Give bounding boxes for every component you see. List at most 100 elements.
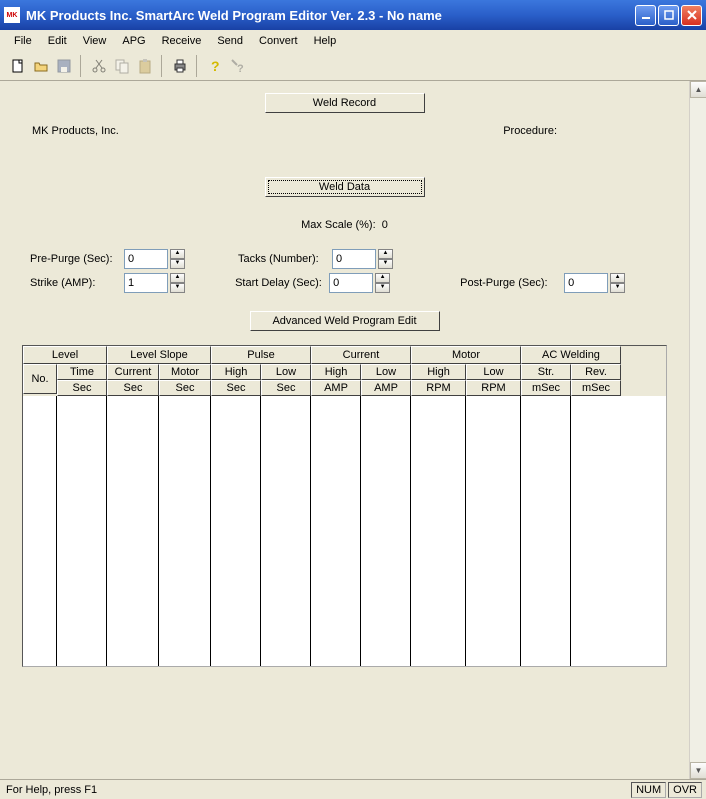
cut-icon [87,55,110,77]
procedure-label: Procedure: [503,125,557,137]
spin-up-icon[interactable]: ▲ [170,273,185,283]
start-delay-label: Start Delay (Sec): [235,277,325,289]
close-button[interactable] [681,5,702,26]
print-icon[interactable] [168,55,191,77]
window-title: MK Products Inc. SmartArc Weld Program E… [26,8,635,23]
tacks-input[interactable] [332,249,376,269]
table-column[interactable] [261,396,311,666]
scroll-up-icon[interactable]: ▲ [690,81,706,98]
table-col-header: Low [261,364,311,380]
pre-purge-stepper[interactable]: ▲▼ [124,249,185,269]
table-column[interactable] [466,396,521,666]
vertical-scrollbar[interactable]: ▲ ▼ [689,81,706,779]
pre-purge-label: Pre-Purge (Sec): [30,253,120,265]
table-column[interactable] [521,396,571,666]
new-file-icon[interactable] [6,55,29,77]
table-column[interactable] [361,396,411,666]
strike-input[interactable] [124,273,168,293]
table-data-area[interactable] [23,396,666,666]
table-col-header: Low [466,364,521,380]
spin-up-icon[interactable]: ▲ [610,273,625,283]
table-col-unit: Sec [159,380,211,396]
status-message: For Help, press F1 [4,784,629,796]
table-group-header: Level [23,346,107,364]
spin-down-icon[interactable]: ▼ [170,259,185,269]
scroll-down-icon[interactable]: ▼ [690,762,706,779]
company-label: MK Products, Inc. [32,125,119,137]
svg-text:?: ? [237,63,244,74]
table-col-unit: RPM [466,380,521,396]
weld-record-button[interactable]: Weld Record [265,93,425,113]
minimize-button[interactable] [635,5,656,26]
table-col-header: High [411,364,466,380]
menu-apg[interactable]: APG [114,32,153,50]
help-icon[interactable]: ? [203,55,226,77]
table-column[interactable] [23,396,57,666]
menu-receive[interactable]: Receive [154,32,210,50]
pre-purge-input[interactable] [124,249,168,269]
start-delay-input[interactable] [329,273,373,293]
spin-down-icon[interactable]: ▼ [610,283,625,293]
table-col-header: High [311,364,361,380]
paste-icon [133,55,156,77]
table-col-unit: Sec [57,380,107,396]
app-icon: MK [4,7,20,23]
table-col-header: Motor [159,364,211,380]
advanced-edit-button[interactable]: Advanced Weld Program Edit [250,311,440,331]
table-col-unit: AMP [361,380,411,396]
post-purge-stepper[interactable]: ▲▼ [564,273,625,293]
table-col-unit: Sec [261,380,311,396]
spin-up-icon[interactable]: ▲ [378,249,393,259]
table-group-header: Motor [411,346,521,364]
table-col-header: Low [361,364,411,380]
post-purge-input[interactable] [564,273,608,293]
weld-data-button[interactable]: Weld Data [265,177,425,197]
table-col-unit: Sec [107,380,159,396]
menu-send[interactable]: Send [209,32,251,50]
spin-down-icon[interactable]: ▼ [375,283,390,293]
table-column[interactable] [411,396,466,666]
tacks-label: Tacks (Number): [238,253,328,265]
spin-up-icon[interactable]: ▲ [375,273,390,283]
save-icon [52,55,75,77]
svg-text:?: ? [211,58,220,74]
maximize-button[interactable] [658,5,679,26]
status-num: NUM [631,782,666,798]
client-area: ▲ ▼ Weld Record MK Products, Inc. Proced… [0,81,706,779]
menu-file[interactable]: File [6,32,40,50]
table-column[interactable] [159,396,211,666]
table-column[interactable] [571,396,621,666]
spin-down-icon[interactable]: ▼ [378,259,393,269]
table-col-header: Current [107,364,159,380]
strike-label: Strike (AMP): [30,277,120,289]
table-col-header: Rev. [571,364,621,380]
spin-down-icon[interactable]: ▼ [170,283,185,293]
status-ovr: OVR [668,782,702,798]
open-folder-icon[interactable] [29,55,52,77]
menu-view[interactable]: View [75,32,115,50]
table-column[interactable] [311,396,361,666]
table-group-header: Pulse [211,346,311,364]
spin-up-icon[interactable]: ▲ [170,249,185,259]
titlebar: MK MK Products Inc. SmartArc Weld Progra… [0,0,706,30]
table-col-header: High [211,364,261,380]
tacks-stepper[interactable]: ▲▼ [332,249,393,269]
table-column[interactable] [57,396,107,666]
table-col-header: Str. [521,364,571,380]
menubar: File Edit View APG Receive Send Convert … [0,30,706,52]
table-col-unit: mSec [571,380,621,396]
statusbar: For Help, press F1 NUM OVR [0,779,706,799]
strike-stepper[interactable]: ▲▼ [124,273,185,293]
context-help-icon: ? [226,55,249,77]
max-scale-value: 0 [382,219,388,231]
menu-help[interactable]: Help [306,32,345,50]
max-scale-label: Max Scale (%): [301,219,376,231]
table-col-unit: RPM [411,380,466,396]
start-delay-stepper[interactable]: ▲▼ [329,273,390,293]
menu-edit[interactable]: Edit [40,32,75,50]
weld-table: LevelLevel SlopePulseCurrentMotorAC Weld… [22,345,667,667]
table-col-unit: AMP [311,380,361,396]
table-column[interactable] [107,396,159,666]
table-column[interactable] [211,396,261,666]
menu-convert[interactable]: Convert [251,32,306,50]
